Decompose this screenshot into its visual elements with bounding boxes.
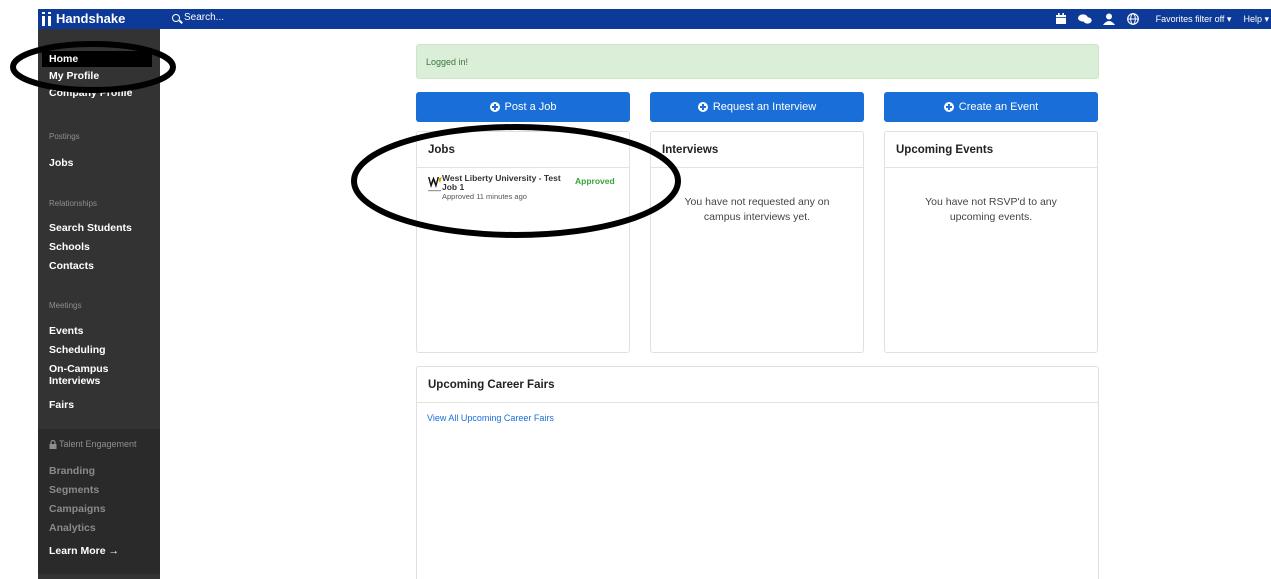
chat-icon[interactable] bbox=[1074, 9, 1096, 29]
brand-name: Handshake bbox=[56, 11, 126, 26]
help-dropdown[interactable]: Help ▾ bbox=[1243, 14, 1269, 25]
career-fairs-title: Upcoming Career Fairs bbox=[417, 367, 1098, 403]
events-card-title: Upcoming Events bbox=[885, 132, 1097, 168]
favorites-filter-dropdown[interactable]: Favorites filter off ▾ bbox=[1156, 14, 1232, 25]
university-logo bbox=[428, 176, 442, 193]
talent-engagement-label: Talent Engagement bbox=[59, 439, 137, 449]
create-event-button[interactable]: Create an Event bbox=[884, 92, 1098, 122]
plus-circle-icon bbox=[697, 102, 708, 112]
sidebar-item-campaigns[interactable]: Campaigns bbox=[49, 503, 106, 515]
top-navbar: Handshake Search... Favorites filter off… bbox=[38, 9, 1271, 29]
lock-icon bbox=[49, 439, 57, 449]
sidebar-item-label: On-Campus bbox=[49, 363, 109, 375]
globe-icon[interactable] bbox=[1122, 9, 1144, 29]
interviews-card-title: Interviews bbox=[651, 132, 863, 168]
search-placeholder: Search... bbox=[184, 12, 225, 23]
search-icon bbox=[172, 13, 180, 22]
search-input[interactable]: Search... bbox=[172, 12, 224, 23]
sidebar-item-analytics[interactable]: Analytics bbox=[49, 522, 96, 534]
sidebar-item-scheduling[interactable]: Scheduling bbox=[49, 344, 106, 356]
sidebar-item-contacts[interactable]: Contacts bbox=[49, 260, 94, 272]
interviews-empty-message: You have not requested any on campus int… bbox=[651, 195, 863, 225]
request-interview-button[interactable]: Request an Interview bbox=[650, 92, 864, 122]
post-job-label: Post a Job bbox=[504, 101, 557, 113]
empty-line: You have not RSVP'd to any bbox=[925, 196, 1057, 208]
empty-line: upcoming events. bbox=[949, 211, 1033, 223]
sidebar-item-schools[interactable]: Schools bbox=[49, 241, 90, 253]
sidebar-item-label: Interviews bbox=[49, 375, 101, 387]
sidebar-item-on-campus-interviews[interactable]: On-Campus Interviews bbox=[49, 363, 109, 387]
top-icon-group: Favorites filter off ▾ Help ▾ bbox=[1050, 9, 1271, 29]
create-event-label: Create an Event bbox=[958, 101, 1039, 113]
sidebar-heading-relationships: Relationships bbox=[49, 199, 98, 208]
job-title[interactable]: West Liberty University - Test Job 1 bbox=[442, 174, 572, 192]
upcoming-events-card: Upcoming Events You have not RSVP'd to a… bbox=[884, 131, 1098, 353]
sidebar-heading-postings: Postings bbox=[49, 132, 80, 141]
events-empty-message: You have not RSVP'd to any upcoming even… bbox=[885, 195, 1097, 225]
empty-line: campus interviews yet. bbox=[703, 211, 811, 223]
job-list-item[interactable]: West Liberty University - Test Job 1 App… bbox=[428, 174, 628, 204]
handshake-logo-icon bbox=[42, 11, 54, 26]
interviews-card: Interviews You have not requested any on… bbox=[650, 131, 864, 353]
sidebar: Home My Profile Company Profile Postings… bbox=[38, 29, 160, 579]
sidebar-item-fairs[interactable]: Fairs bbox=[49, 399, 74, 411]
sidebar-item-events[interactable]: Events bbox=[49, 325, 83, 337]
sidebar-item-company-profile[interactable]: Company Profile bbox=[49, 87, 132, 99]
jobs-card-title: Jobs bbox=[417, 132, 629, 168]
user-icon[interactable] bbox=[1098, 9, 1120, 29]
job-approval-time: Approved 11 minutes ago bbox=[442, 192, 527, 201]
plus-circle-icon bbox=[943, 102, 954, 112]
request-interview-label: Request an Interview bbox=[712, 101, 817, 113]
career-fairs-card: Upcoming Career Fairs View All Upcoming … bbox=[416, 366, 1099, 579]
sidebar-heading-talent: Talent Engagement bbox=[49, 439, 137, 449]
sidebar-item-my-profile[interactable]: My Profile bbox=[49, 70, 99, 82]
sidebar-item-branding[interactable]: Branding bbox=[49, 465, 95, 477]
calendar-icon[interactable] bbox=[1050, 9, 1072, 29]
sidebar-item-jobs[interactable]: Jobs bbox=[49, 157, 74, 169]
jobs-card: Jobs West Liberty University - Test Job … bbox=[416, 131, 630, 353]
status-badge: Approved bbox=[575, 176, 615, 186]
sidebar-item-search-students[interactable]: Search Students bbox=[49, 222, 132, 234]
post-job-button[interactable]: Post a Job bbox=[416, 92, 630, 122]
learn-more-link[interactable]: Learn More → bbox=[49, 545, 119, 557]
sidebar-item-home[interactable]: Home bbox=[42, 51, 152, 67]
plus-circle-icon bbox=[489, 102, 500, 112]
brand-logo[interactable]: Handshake bbox=[42, 11, 125, 26]
success-alert: Logged in! bbox=[416, 44, 1099, 79]
sidebar-item-segments[interactable]: Segments bbox=[49, 484, 99, 496]
view-all-fairs-link[interactable]: View All Upcoming Career Fairs bbox=[427, 413, 554, 423]
empty-line: You have not requested any on bbox=[684, 196, 830, 208]
handshake-dashboard: Handshake Search... Favorites filter off… bbox=[0, 0, 1271, 579]
sidebar-heading-meetings: Meetings bbox=[49, 301, 82, 310]
